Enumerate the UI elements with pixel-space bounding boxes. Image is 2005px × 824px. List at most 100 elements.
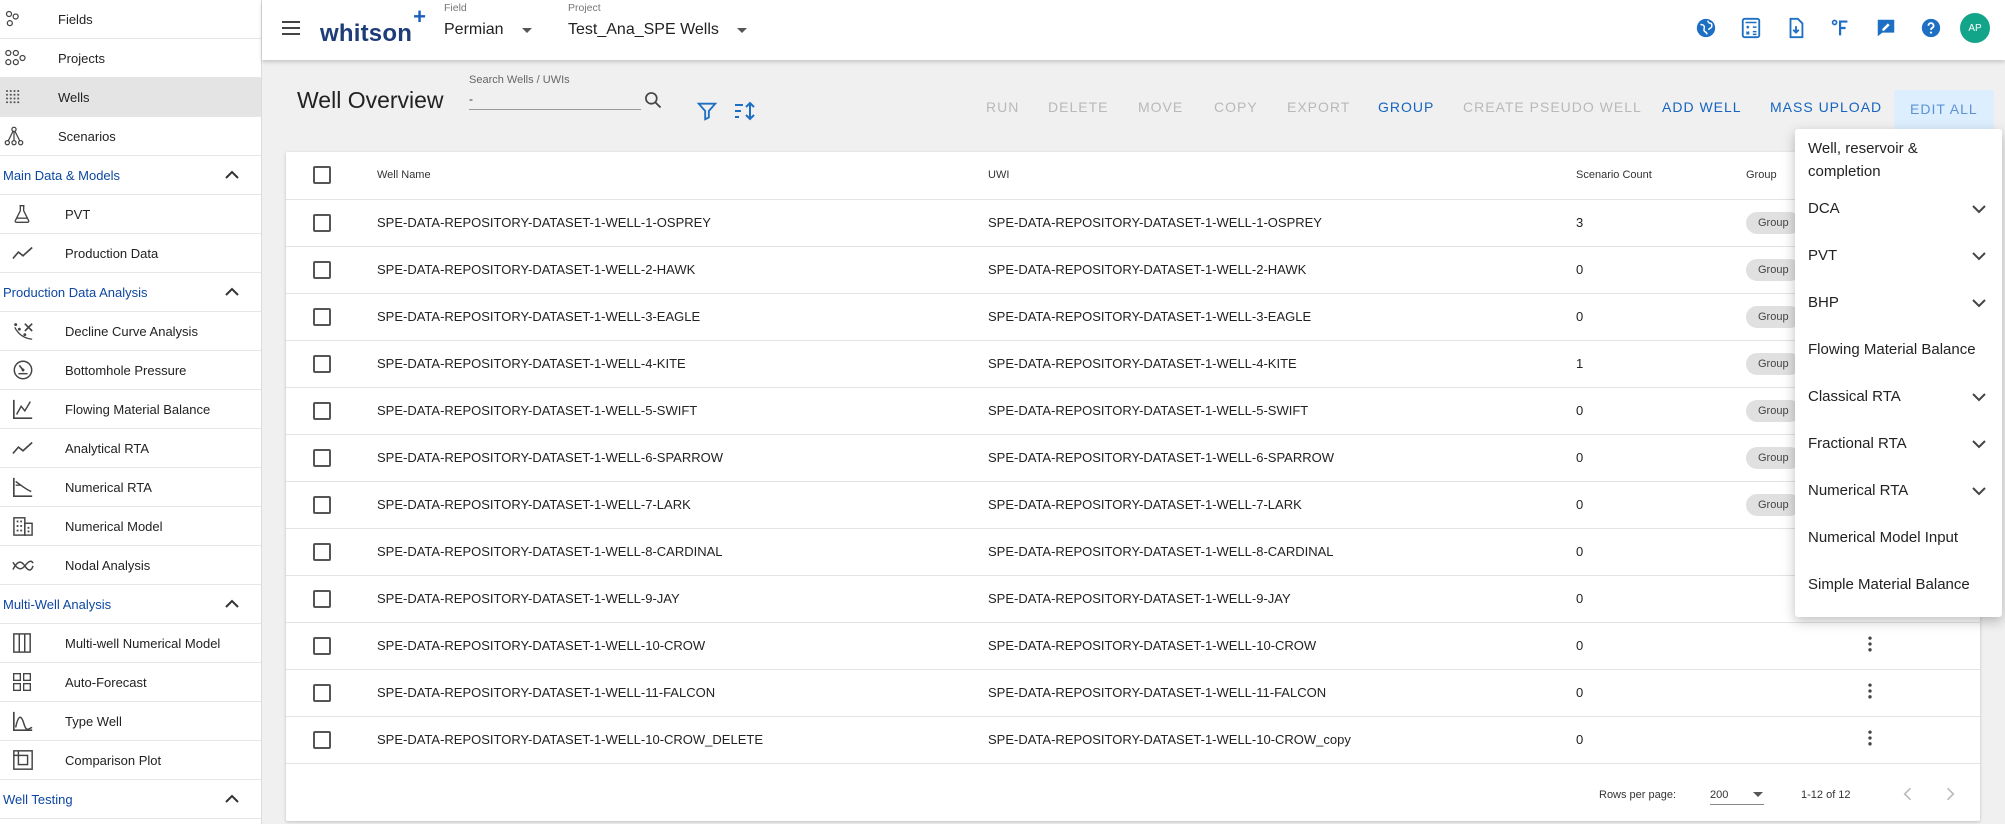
menu-item-well-reservoir-completion[interactable]: Well, reservoir & completion	[1795, 137, 2002, 185]
export-button[interactable]: EXPORT	[1287, 99, 1350, 115]
sidebar-item-bottomhole-pressure[interactable]: Bottomhole Pressure	[0, 351, 261, 390]
row-checkbox[interactable]	[313, 636, 331, 655]
menu-item-fractional-rta[interactable]: Fractional RTA	[1795, 420, 2002, 467]
group-badge[interactable]: Group	[1746, 211, 1801, 234]
download-file-icon[interactable]	[1781, 13, 1811, 43]
sidebar-item-auto-forecast[interactable]: Auto-Forecast	[0, 663, 261, 702]
menu-item-simple-material-balance[interactable]: Simple Material Balance	[1795, 561, 2002, 608]
well-name-cell[interactable]: SPE-DATA-REPOSITORY-DATASET-1-WELL-10-CR…	[375, 622, 988, 670]
help-icon[interactable]	[1916, 13, 1946, 43]
sidebar-item-nodal-analysis[interactable]: Nodal Analysis	[0, 546, 261, 585]
sidebar-item-decline-curve-analysis[interactable]: Decline Curve Analysis	[0, 312, 261, 351]
avatar[interactable]: AP	[1960, 13, 1990, 43]
more-vert-icon[interactable]	[1860, 634, 1880, 654]
brand-logo[interactable]: whitson+	[320, 4, 426, 48]
row-checkbox[interactable]	[313, 730, 331, 749]
well-name-cell[interactable]: SPE-DATA-REPOSITORY-DATASET-1-WELL-11-FA…	[375, 669, 988, 717]
sidebar-section-main-data-models[interactable]: Main Data & Models	[0, 156, 261, 195]
table-row[interactable]: SPE-DATA-REPOSITORY-DATASET-1-WELL-6-SPA…	[286, 434, 1980, 482]
sidebar-item-projects[interactable]: Projects	[0, 39, 261, 78]
group-badge[interactable]: Group	[1746, 493, 1801, 516]
project-selector[interactable]: Project Test_Ana_SPE Wells	[568, 2, 747, 39]
chevron-right-icon[interactable]	[1940, 784, 1960, 807]
well-name-cell[interactable]: SPE-DATA-REPOSITORY-DATASET-1-WELL-10-CR…	[375, 716, 988, 764]
well-name-cell[interactable]: SPE-DATA-REPOSITORY-DATASET-1-WELL-6-SPA…	[375, 434, 988, 482]
select-all-checkbox[interactable]	[313, 166, 331, 185]
menu-item-flowing-material-balance[interactable]: Flowing Material Balance	[1795, 326, 2002, 373]
row-checkbox[interactable]	[313, 213, 331, 232]
column-header-well-name[interactable]: Well Name	[375, 152, 988, 200]
sidebar-item-wells[interactable]: Wells	[0, 78, 261, 117]
row-checkbox[interactable]	[313, 448, 331, 467]
row-checkbox[interactable]	[313, 401, 331, 420]
sidebar-item-comparison-plot[interactable]: Comparison Plot	[0, 741, 261, 780]
menu-item-numerical-rta[interactable]: Numerical RTA	[1795, 467, 2002, 514]
table-row[interactable]: SPE-DATA-REPOSITORY-DATASET-1-WELL-8-CAR…	[286, 528, 1980, 576]
move-button[interactable]: MOVE	[1138, 99, 1183, 115]
create-pseudo-well-button[interactable]: CREATE PSEUDO WELL	[1463, 99, 1642, 115]
sidebar-item-scenarios[interactable]: Scenarios	[0, 117, 261, 156]
table-row[interactable]: SPE-DATA-REPOSITORY-DATASET-1-WELL-10-CR…	[286, 622, 1980, 670]
well-name-cell[interactable]: SPE-DATA-REPOSITORY-DATASET-1-WELL-2-HAW…	[375, 246, 988, 294]
group-badge[interactable]: Group	[1746, 258, 1801, 281]
table-row[interactable]: SPE-DATA-REPOSITORY-DATASET-1-WELL-1-OSP…	[286, 199, 1980, 247]
delete-button[interactable]: DELETE	[1048, 99, 1108, 115]
row-checkbox[interactable]	[313, 354, 331, 373]
menu-item-bhp[interactable]: BHP	[1795, 279, 2002, 326]
feedback-icon[interactable]	[1871, 13, 1901, 43]
well-name-cell[interactable]: SPE-DATA-REPOSITORY-DATASET-1-WELL-9-JAY	[375, 575, 988, 623]
group-badge[interactable]: Group	[1746, 446, 1801, 469]
sidebar-section-multi-well-analysis[interactable]: Multi-Well Analysis	[0, 585, 261, 624]
well-name-cell[interactable]: SPE-DATA-REPOSITORY-DATASET-1-WELL-5-SWI…	[375, 387, 988, 435]
row-checkbox[interactable]	[313, 683, 331, 702]
group-badge[interactable]: Group	[1746, 352, 1801, 375]
row-checkbox[interactable]	[313, 589, 331, 608]
table-row[interactable]: SPE-DATA-REPOSITORY-DATASET-1-WELL-3-EAG…	[286, 293, 1980, 341]
menu-item-dca[interactable]: DCA	[1795, 185, 2002, 232]
copy-button[interactable]: COPY	[1214, 99, 1258, 115]
table-row[interactable]: SPE-DATA-REPOSITORY-DATASET-1-WELL-11-FA…	[286, 669, 1980, 717]
add-well-button[interactable]: ADD WELL	[1662, 99, 1742, 115]
menu-item-classical-rta[interactable]: Classical RTA	[1795, 373, 2002, 420]
well-name-cell[interactable]: SPE-DATA-REPOSITORY-DATASET-1-WELL-1-OSP…	[375, 199, 988, 247]
table-row[interactable]: SPE-DATA-REPOSITORY-DATASET-1-WELL-7-LAR…	[286, 481, 1980, 529]
chevron-left-icon[interactable]	[1898, 784, 1918, 807]
sidebar-item-analytical-rta[interactable]: Analytical RTA	[0, 429, 261, 468]
sidebar-item-flowing-material-balance[interactable]: Flowing Material Balance	[0, 390, 261, 429]
well-name-cell[interactable]: SPE-DATA-REPOSITORY-DATASET-1-WELL-4-KIT…	[375, 340, 988, 388]
sidebar-section-well-testing[interactable]: Well Testing	[0, 780, 261, 819]
mass-upload-button[interactable]: MASS UPLOAD	[1770, 99, 1882, 115]
row-checkbox[interactable]	[313, 260, 331, 279]
column-header-uwi[interactable]: UWI	[988, 152, 1576, 200]
table-row[interactable]: SPE-DATA-REPOSITORY-DATASET-1-WELL-9-JAY…	[286, 575, 1980, 623]
sidebar-item-production-data[interactable]: Production Data	[0, 234, 261, 273]
column-header-scenario-count[interactable]: Scenario Count	[1576, 152, 1746, 200]
globe-icon[interactable]	[1691, 13, 1721, 43]
row-checkbox[interactable]	[313, 307, 331, 326]
sidebar-section-production-data-analysis[interactable]: Production Data Analysis	[0, 273, 261, 312]
edit-all-button[interactable]: EDIT ALL	[1894, 90, 1994, 132]
table-row[interactable]: SPE-DATA-REPOSITORY-DATASET-1-WELL-10-CR…	[286, 716, 1980, 764]
sidebar-item-fields[interactable]: Fields	[0, 0, 261, 39]
sidebar-item-numerical-rta[interactable]: Numerical RTA	[0, 468, 261, 507]
more-vert-icon[interactable]	[1860, 681, 1880, 701]
group-badge[interactable]: Group	[1746, 305, 1801, 328]
menu-icon[interactable]	[279, 16, 303, 40]
table-row[interactable]: SPE-DATA-REPOSITORY-DATASET-1-WELL-2-HAW…	[286, 246, 1980, 294]
sidebar-item-type-well[interactable]: Type Well	[0, 702, 261, 741]
menu-item-pvt[interactable]: PVT	[1795, 232, 2002, 279]
sidebar-item-numerical-model[interactable]: Numerical Model	[0, 507, 261, 546]
sidebar-item-pvt[interactable]: PVT	[0, 195, 261, 234]
well-name-cell[interactable]: SPE-DATA-REPOSITORY-DATASET-1-WELL-3-EAG…	[375, 293, 988, 341]
well-name-cell[interactable]: SPE-DATA-REPOSITORY-DATASET-1-WELL-8-CAR…	[375, 528, 988, 576]
row-checkbox[interactable]	[313, 542, 331, 561]
menu-item-numerical-model-input[interactable]: Numerical Model Input	[1795, 514, 2002, 561]
row-checkbox[interactable]	[313, 495, 331, 514]
sidebar-item-multi-well-numerical-model[interactable]: Multi-well Numerical Model	[0, 624, 261, 663]
well-name-cell[interactable]: SPE-DATA-REPOSITORY-DATASET-1-WELL-7-LAR…	[375, 481, 988, 529]
table-row[interactable]: SPE-DATA-REPOSITORY-DATASET-1-WELL-4-KIT…	[286, 340, 1980, 388]
calculator-icon[interactable]	[1736, 13, 1766, 43]
more-vert-icon[interactable]	[1860, 728, 1880, 748]
run-button[interactable]: RUN	[986, 99, 1019, 115]
group-badge[interactable]: Group	[1746, 399, 1801, 422]
